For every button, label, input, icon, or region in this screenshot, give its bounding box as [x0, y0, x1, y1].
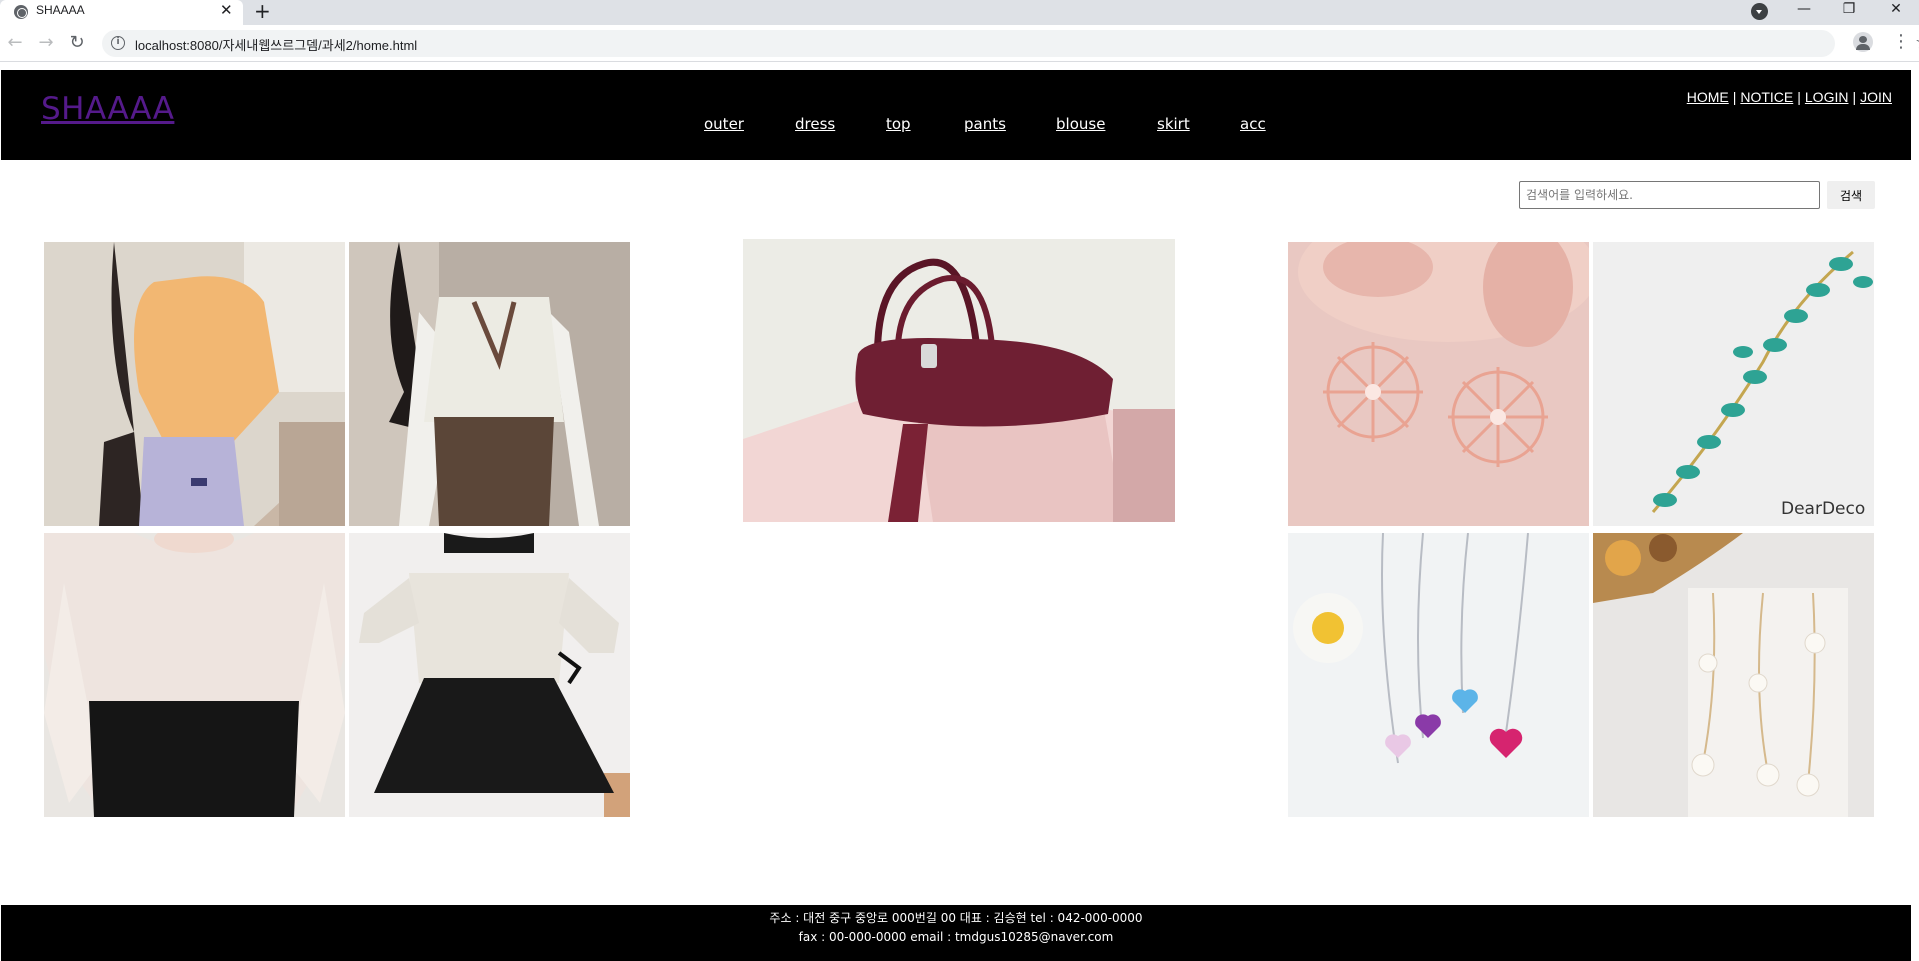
category-link-outer[interactable]: outer — [704, 115, 744, 133]
category-link-acc[interactable]: acc — [1240, 115, 1266, 133]
url-text[interactable]: localhost:8080/자세내웹쓰르그뎀/과세2/home.html — [135, 35, 417, 54]
util-link-home[interactable]: HOME — [1687, 89, 1729, 105]
starburst-earrings-photo[interactable] — [1288, 242, 1589, 526]
util-separator: | — [1852, 89, 1857, 105]
window-close-icon[interactable]: ✕ — [1876, 0, 1916, 20]
util-link-login[interactable]: LOGIN — [1805, 89, 1849, 105]
heart-necklaces-photo[interactable] — [1288, 533, 1589, 817]
footer-contact: fax : 00-000-0000 email : tmdgus10285@na… — [798, 930, 1114, 944]
lace-blouse-skirt-photo[interactable] — [349, 533, 630, 817]
util-separator: | — [1797, 89, 1801, 105]
utility-nav: HOME | NOTICE | LOGIN | JOIN — [1687, 89, 1892, 105]
white-blouse-outfit-photo[interactable] — [44, 533, 345, 817]
restore-icon[interactable]: ❐ — [1829, 0, 1869, 20]
photo-watermark: DearDeco — [1781, 499, 1865, 519]
browser-tab-strip: SHAAAA ✕ + — ❐ ✕ — [0, 0, 1919, 25]
orange-sweater-outfit-photo[interactable] — [44, 242, 345, 526]
minimize-icon[interactable]: — — [1784, 0, 1824, 20]
info-icon[interactable]: i — [111, 36, 125, 50]
reload-icon[interactable]: ↻ — [66, 32, 88, 54]
category-link-skirt[interactable]: skirt — [1157, 115, 1190, 133]
category-link-top[interactable]: top — [886, 115, 911, 133]
profile-avatar-icon[interactable] — [1853, 32, 1873, 52]
kebab-menu-icon[interactable]: ⋮ — [1892, 31, 1910, 52]
tab-search-icon[interactable] — [1751, 3, 1768, 20]
bookmark-star-icon[interactable]: ☆ — [1915, 32, 1919, 53]
util-separator: | — [1732, 89, 1737, 105]
site-header: SHAAAA outer dress top pants blouse skir… — [1, 70, 1911, 160]
address-bar[interactable]: i localhost:8080/자세내웹쓰르그뎀/과세2/home.html … — [102, 30, 1919, 57]
burgundy-handbag-photo[interactable] — [743, 239, 1175, 522]
category-link-dress[interactable]: dress — [795, 115, 835, 133]
search-input[interactable] — [1519, 181, 1820, 209]
site-footer: 주소 : 대전 중구 중앙로 000번길 00 대표 : 김승현 tel : 0… — [1, 905, 1911, 961]
browser-tab[interactable]: SHAAAA ✕ — [0, 0, 243, 25]
green-crystal-vine-photo[interactable]: DearDeco — [1593, 242, 1874, 526]
category-link-pants[interactable]: pants — [964, 115, 1006, 133]
footer-address: 주소 : 대전 중구 중앙로 000번길 00 대표 : 김승현 tel : 0… — [769, 911, 1143, 925]
knit-vest-outfit-photo[interactable] — [349, 242, 630, 526]
tab-close-icon[interactable]: ✕ — [220, 1, 233, 19]
browser-toolbar: ← → ↻ i localhost:8080/자세내웹쓰르그뎀/과세2/home… — [0, 25, 1919, 62]
forward-arrow-icon[interactable]: → — [35, 32, 57, 54]
search-button[interactable]: 검색 — [1827, 181, 1875, 209]
site-logo-link[interactable]: SHAAAA — [41, 91, 174, 127]
pearl-earrings-photo[interactable] — [1593, 533, 1874, 817]
globe-icon — [14, 5, 28, 19]
category-link-blouse[interactable]: blouse — [1056, 115, 1105, 133]
tab-title: SHAAAA — [36, 3, 85, 17]
util-link-join[interactable]: JOIN — [1860, 89, 1892, 105]
util-link-notice[interactable]: NOTICE — [1740, 89, 1793, 105]
back-arrow-icon[interactable]: ← — [4, 32, 26, 54]
new-tab-icon[interactable]: + — [254, 0, 271, 23]
